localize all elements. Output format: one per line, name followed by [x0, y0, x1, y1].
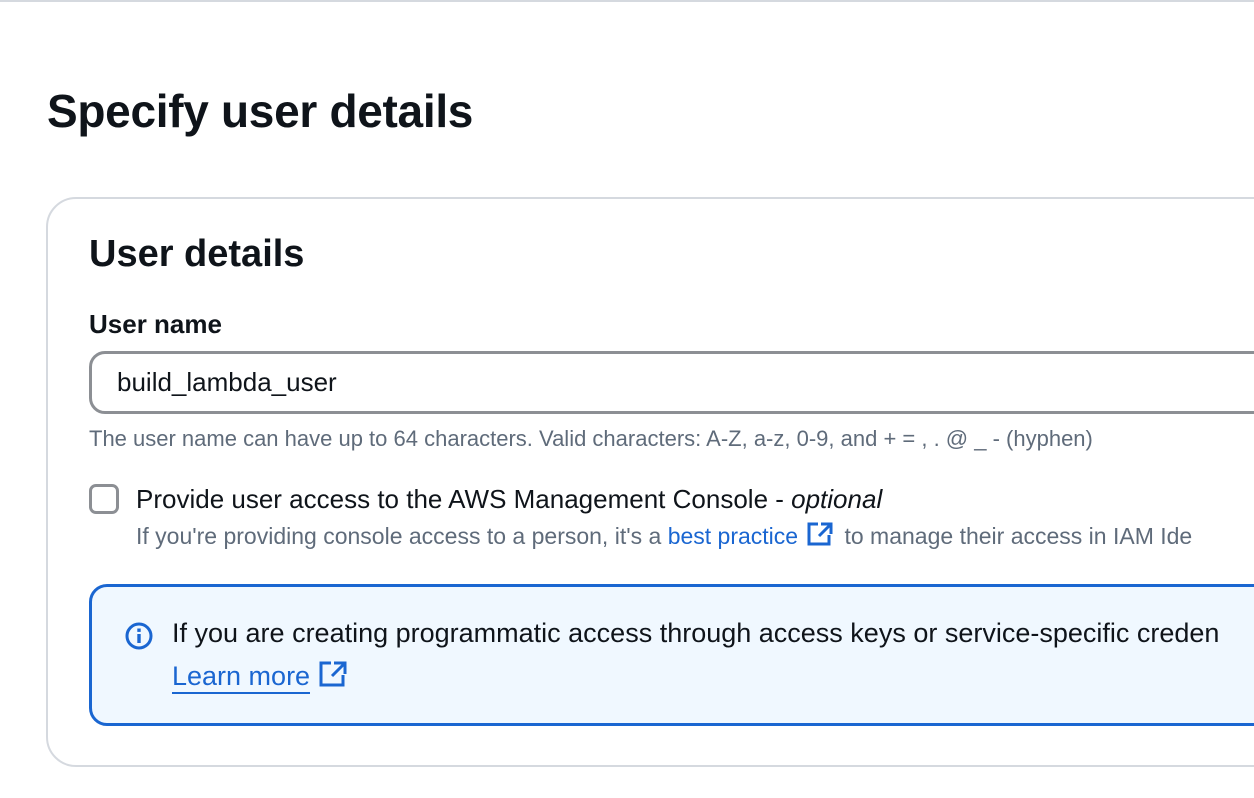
external-link-icon[interactable]	[806, 521, 834, 553]
learn-more-text[interactable]: Learn more	[172, 661, 311, 694]
info-alert	[89, 584, 1254, 726]
username-input[interactable]	[89, 351, 1254, 414]
console-access-label[interactable]: Provide user access to the AWS Managemen…	[136, 484, 882, 515]
page-title: Specify user details	[47, 85, 474, 137]
learn-more-link[interactable]: Learn more	[172, 660, 352, 695]
console-access-checkbox[interactable]	[89, 484, 119, 514]
info-icon	[124, 621, 154, 656]
best-practice-link[interactable]: best practice	[668, 523, 798, 549]
console-access-description: If you're providing console access to a …	[136, 521, 1192, 553]
info-alert-text: If you are creating programmatic access …	[172, 618, 1220, 648]
section-title: User details	[89, 233, 305, 275]
username-constraint-text: The user name can have up to 64 characte…	[89, 426, 1093, 451]
optional-label: optional	[791, 484, 883, 514]
console-access-desc-prefix: If you're providing console access to a …	[136, 523, 668, 549]
external-link-icon[interactable]	[318, 660, 348, 695]
username-label: User name	[89, 309, 222, 339]
console-access-desc-suffix: to manage their access in IAM Ide	[838, 523, 1193, 549]
top-divider	[0, 0, 1254, 2]
console-access-label-text: Provide user access to the AWS Managemen…	[136, 484, 792, 514]
